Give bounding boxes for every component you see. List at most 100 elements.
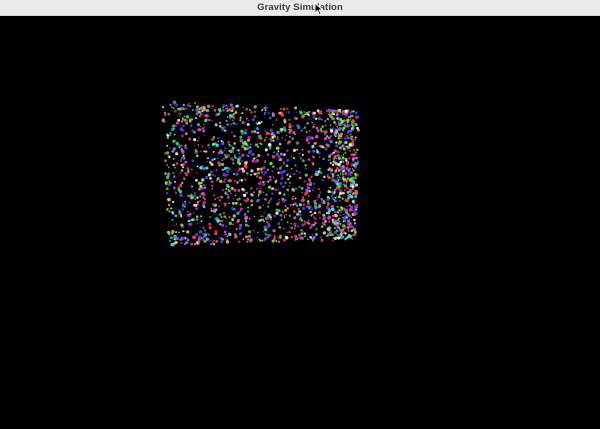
particle (166, 230, 171, 234)
particle (272, 229, 276, 233)
particle (291, 137, 295, 141)
particle (338, 127, 342, 131)
particle (206, 105, 210, 108)
simulation-canvas[interactable] (0, 16, 600, 429)
particle (320, 201, 323, 204)
particle (210, 119, 213, 122)
particle (226, 174, 229, 177)
particle (232, 121, 236, 125)
particle (325, 110, 329, 113)
particle (354, 176, 357, 180)
particle (327, 136, 331, 140)
particle (349, 111, 352, 114)
particle (262, 230, 265, 233)
particle (275, 119, 278, 121)
particle (262, 191, 265, 194)
particle (194, 101, 197, 105)
particle (318, 194, 321, 196)
particle (258, 206, 262, 209)
particle (344, 141, 348, 144)
particle (237, 189, 241, 192)
particle (312, 182, 316, 185)
particle (329, 159, 332, 161)
particle (209, 242, 213, 246)
particle (317, 195, 321, 199)
particle (288, 118, 291, 121)
particle (285, 164, 289, 168)
particle (279, 158, 283, 162)
title-bar[interactable]: Gravity Simulation (0, 0, 600, 16)
particle (199, 200, 201, 202)
particle (257, 121, 261, 125)
particle (172, 147, 176, 151)
particle (288, 230, 291, 234)
particle (355, 123, 358, 126)
particle (199, 184, 203, 188)
particle (336, 233, 339, 237)
particle (225, 119, 228, 122)
particle (184, 203, 187, 206)
particle (225, 225, 228, 228)
particle (246, 122, 250, 127)
particle (322, 231, 326, 235)
particle (339, 200, 342, 202)
particle (266, 205, 270, 208)
particle (349, 149, 352, 152)
particle (255, 236, 258, 239)
particle (185, 107, 188, 110)
particle (304, 167, 308, 170)
particle (183, 229, 186, 233)
particle (271, 170, 274, 173)
particle (233, 134, 236, 138)
particle (224, 147, 227, 150)
particle (312, 149, 316, 153)
particle (175, 103, 179, 107)
particle (181, 204, 185, 208)
particle (279, 107, 282, 111)
particle (260, 121, 263, 123)
particle (333, 230, 337, 235)
particle (311, 234, 314, 236)
particle (190, 168, 193, 171)
particle (209, 177, 212, 180)
particle (187, 213, 191, 217)
particle (281, 177, 284, 179)
particle (331, 207, 335, 212)
particle (269, 218, 272, 221)
particle (342, 165, 345, 168)
particle (231, 201, 235, 205)
particle (351, 125, 355, 128)
particle (175, 223, 178, 225)
particle (345, 179, 348, 183)
particle (331, 204, 334, 208)
particle (340, 167, 343, 171)
particle (196, 154, 199, 158)
particle (210, 170, 213, 174)
particle (221, 159, 223, 161)
particle (197, 143, 200, 146)
particle (354, 205, 358, 210)
particle (164, 182, 168, 186)
particle (212, 150, 215, 153)
particle (322, 215, 326, 220)
particle (277, 189, 280, 191)
particle (238, 179, 241, 182)
particle (243, 131, 247, 135)
particle (211, 139, 213, 141)
particle (213, 157, 216, 161)
particle (304, 173, 308, 177)
particle (204, 229, 207, 232)
particle (263, 173, 266, 176)
particle (193, 130, 197, 134)
particle (266, 168, 270, 171)
particle (352, 227, 357, 232)
particle (194, 242, 197, 245)
particle (345, 159, 348, 162)
particle (311, 145, 315, 149)
particle (257, 153, 261, 157)
particle (298, 152, 301, 155)
particle (333, 226, 337, 230)
particle (337, 185, 341, 189)
particle (255, 187, 259, 191)
particle (303, 222, 307, 226)
